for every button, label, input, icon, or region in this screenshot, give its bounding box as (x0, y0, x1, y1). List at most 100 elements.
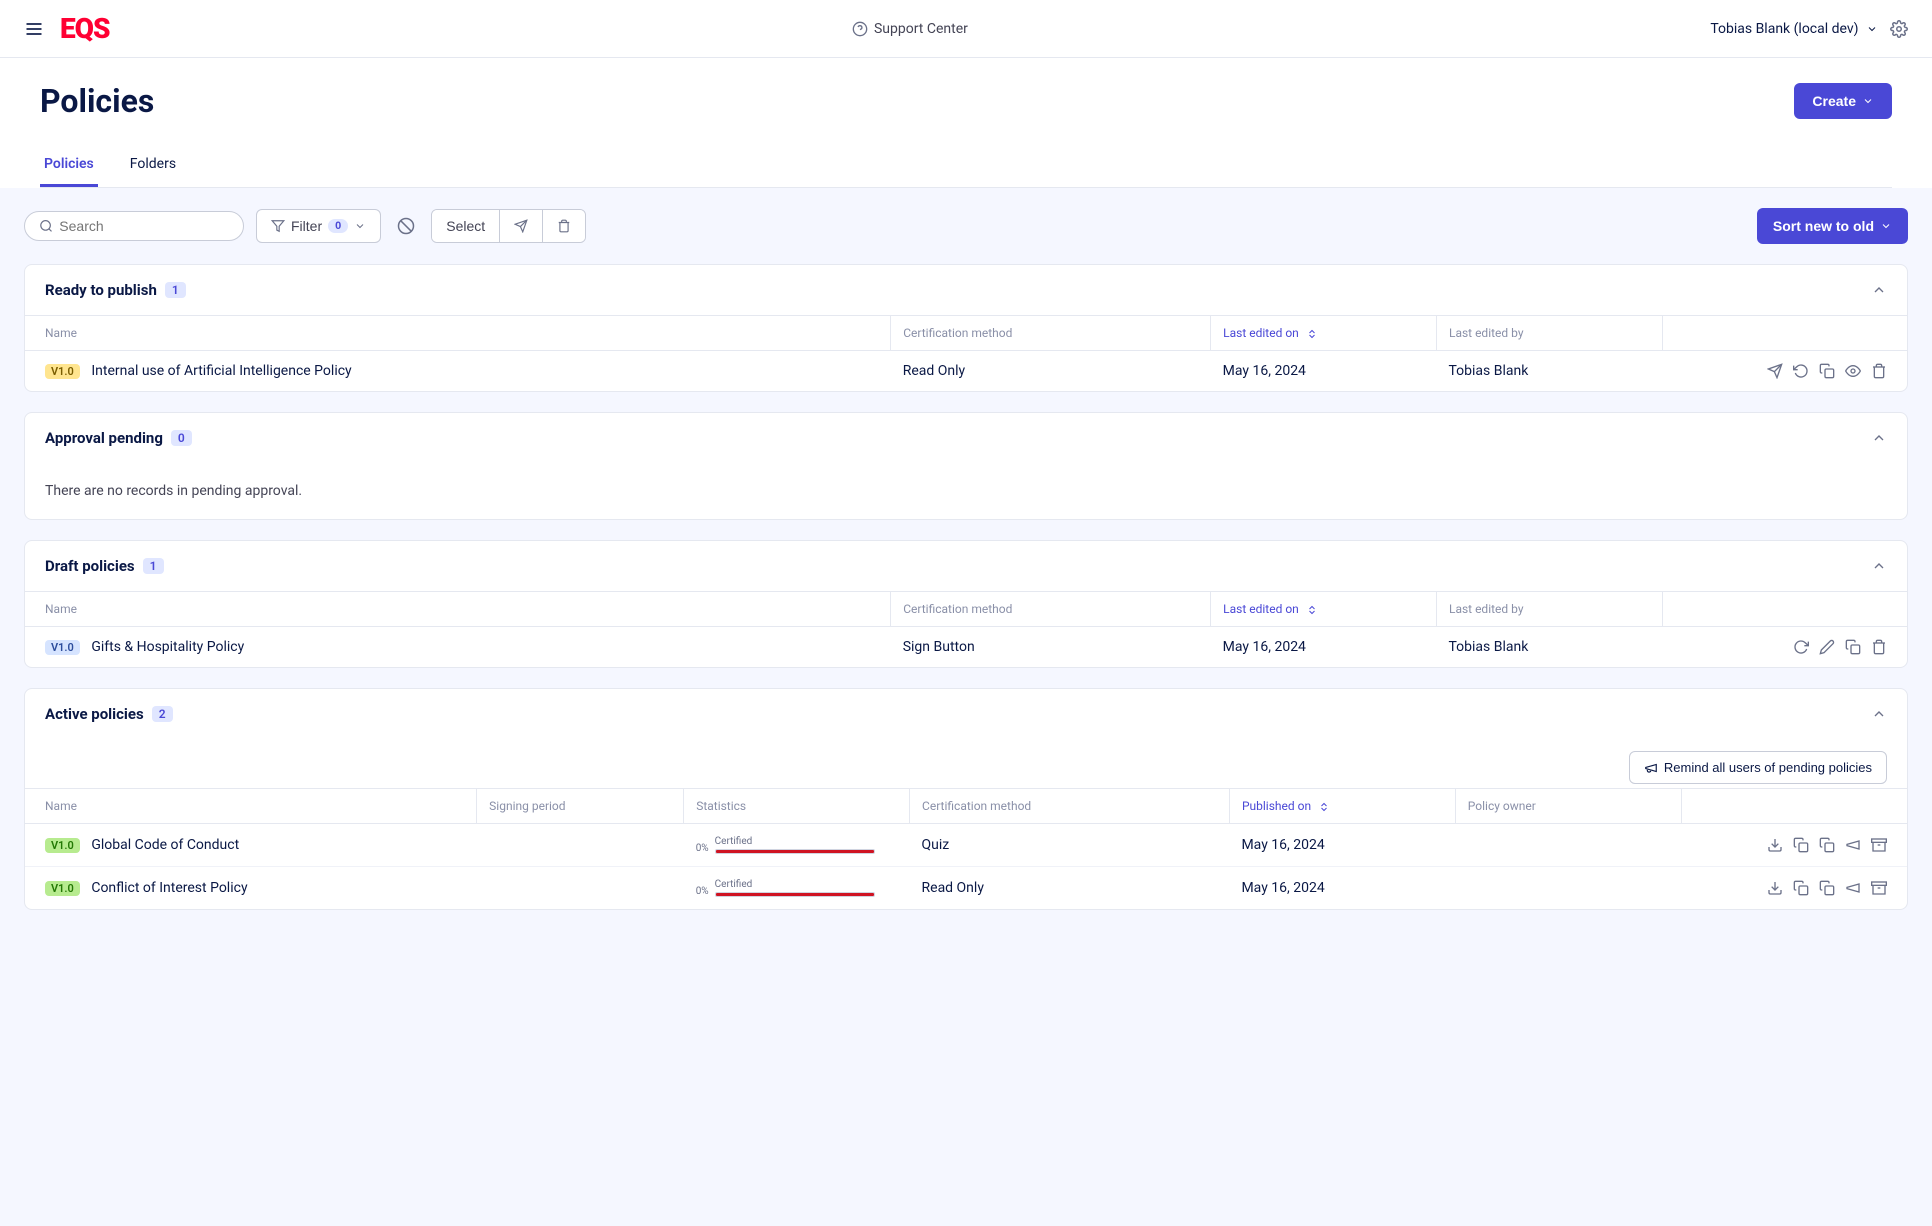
publish-icon[interactable] (1767, 363, 1783, 379)
col-stats[interactable]: Statistics (684, 789, 910, 824)
version-tag: V1.0 (45, 881, 80, 896)
chevron-down-icon (1862, 95, 1874, 107)
support-center-label: Support Center (874, 21, 968, 37)
search-box[interactable] (24, 211, 244, 241)
cert-method: Read Only (891, 351, 1211, 392)
sort-label: Sort new to old (1773, 218, 1874, 234)
section-title-label: Approval pending (45, 429, 163, 447)
duplicate-icon[interactable] (1819, 880, 1835, 896)
col-owner[interactable]: Policy owner (1455, 789, 1681, 824)
tab-policies[interactable]: Policies (40, 144, 98, 187)
policy-owner (1455, 824, 1681, 867)
col-name[interactable]: Name (25, 316, 891, 351)
delete-icon[interactable] (1871, 363, 1887, 379)
section-title-label: Active policies (45, 705, 144, 723)
cert-method: Quiz (910, 824, 1230, 867)
col-signing[interactable]: Signing period (477, 789, 684, 824)
view-icon[interactable] (1845, 363, 1861, 379)
support-center-link[interactable]: Support Center (852, 21, 968, 37)
table-row[interactable]: V1.0 Gifts & Hospitality Policy Sign But… (25, 627, 1907, 668)
page-title: Policies (40, 82, 154, 120)
user-menu[interactable]: Tobias Blank (local dev) (1710, 21, 1878, 37)
col-published[interactable]: Published on (1229, 789, 1455, 824)
copy-icon[interactable] (1845, 639, 1861, 655)
empty-message: There are no records in pending approval… (25, 463, 1907, 519)
bulk-action-group: Select (431, 209, 586, 243)
clear-filter-button[interactable] (393, 213, 419, 239)
stats-percent: 0% (696, 886, 709, 897)
sort-icon (1306, 604, 1318, 616)
copy-icon[interactable] (1819, 363, 1835, 379)
col-edited-by[interactable]: Last edited by (1436, 592, 1662, 627)
help-icon (852, 21, 868, 37)
section-header[interactable]: Ready to publish 1 (25, 265, 1907, 315)
col-edited-by[interactable]: Last edited by (1436, 316, 1662, 351)
col-cert[interactable]: Certification method (891, 316, 1211, 351)
stats-percent: 0% (696, 843, 709, 854)
search-input[interactable] (59, 218, 229, 234)
duplicate-icon[interactable] (1819, 837, 1835, 853)
edit-icon[interactable] (1819, 639, 1835, 655)
toolbar: Filter 0 Select Sort new to old (0, 188, 1932, 264)
chevron-up-icon (1871, 558, 1887, 574)
table-row[interactable]: V1.0 Internal use of Artificial Intellig… (25, 351, 1907, 392)
col-name[interactable]: Name (25, 592, 891, 627)
cert-method: Read Only (910, 867, 1230, 910)
table-row[interactable]: V1.0 Global Code of Conduct 0% Certified (25, 824, 1907, 867)
download-icon[interactable] (1767, 837, 1783, 853)
user-name: Tobias Blank (local dev) (1710, 21, 1858, 37)
policy-name: Internal use of Artificial Intelligence … (91, 363, 351, 379)
app-header: EQS Support Center Tobias Blank (local d… (0, 0, 1932, 58)
settings-icon[interactable] (1890, 20, 1908, 38)
published-date: May 16, 2024 (1229, 867, 1455, 910)
remind-all-button[interactable]: Remind all users of pending policies (1629, 751, 1887, 784)
archive-icon[interactable] (1871, 837, 1887, 853)
chevron-up-icon (1871, 282, 1887, 298)
create-button[interactable]: Create (1794, 83, 1892, 119)
remind-label: Remind all users of pending policies (1664, 760, 1872, 775)
section-header[interactable]: Draft policies 1 (25, 541, 1907, 591)
stats-bar (715, 849, 875, 854)
policy-owner (1455, 867, 1681, 910)
remind-icon[interactable] (1845, 880, 1861, 896)
revert-icon[interactable] (1793, 363, 1809, 379)
megaphone-icon (1644, 761, 1658, 775)
sort-button[interactable]: Sort new to old (1757, 208, 1908, 244)
section-count: 0 (171, 430, 192, 446)
edited-by: Tobias Blank (1436, 627, 1662, 668)
edited-by: Tobias Blank (1436, 351, 1662, 392)
section-count: 1 (143, 558, 164, 574)
col-edited-on[interactable]: Last edited on (1211, 316, 1437, 351)
version-tag: V1.0 (45, 640, 80, 655)
copy-icon[interactable] (1793, 837, 1809, 853)
copy-icon[interactable] (1793, 880, 1809, 896)
chevron-up-icon (1871, 706, 1887, 722)
section-count: 1 (165, 282, 186, 298)
section-ready-to-publish: Ready to publish 1 Name Certification me… (24, 264, 1908, 392)
delete-icon[interactable] (1871, 639, 1887, 655)
filter-label: Filter (291, 218, 322, 234)
refresh-icon[interactable] (1793, 639, 1809, 655)
bulk-delete-button[interactable] (543, 210, 585, 242)
col-edited-on[interactable]: Last edited on (1211, 592, 1437, 627)
table-row[interactable]: V1.0 Conflict of Interest Policy 0% Cert… (25, 867, 1907, 910)
section-header[interactable]: Approval pending 0 (25, 413, 1907, 463)
archive-icon[interactable] (1871, 880, 1887, 896)
col-name[interactable]: Name (25, 789, 477, 824)
col-cert[interactable]: Certification method (891, 592, 1211, 627)
logo[interactable]: EQS (60, 12, 110, 45)
col-cert[interactable]: Certification method (910, 789, 1230, 824)
remind-icon[interactable] (1845, 837, 1861, 853)
policy-name: Global Code of Conduct (91, 837, 239, 853)
download-icon[interactable] (1767, 880, 1783, 896)
tab-folders[interactable]: Folders (126, 144, 180, 187)
hamburger-menu-icon[interactable] (24, 19, 44, 39)
section-title-label: Ready to publish (45, 281, 157, 299)
chevron-up-icon (1871, 430, 1887, 446)
bulk-send-button[interactable] (500, 210, 543, 242)
edited-date: May 16, 2024 (1211, 627, 1437, 668)
filter-button[interactable]: Filter 0 (256, 209, 381, 243)
section-header[interactable]: Active policies 2 (25, 689, 1907, 739)
col-actions (1662, 592, 1907, 627)
select-button[interactable]: Select (432, 210, 500, 242)
